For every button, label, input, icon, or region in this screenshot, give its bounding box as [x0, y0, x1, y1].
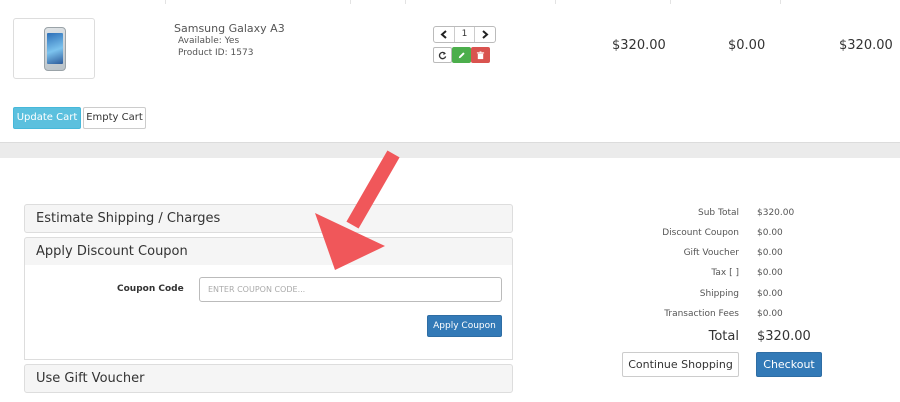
coupon-form: Coupon Code Apply Coupon — [24, 265, 513, 360]
product-thumbnail[interactable] — [13, 18, 95, 79]
trash-icon — [476, 50, 485, 59]
cart-items-panel: Samsung Galaxy A3 Available: Yes Product… — [0, 0, 900, 143]
continue-shopping-button[interactable]: Continue Shopping — [622, 352, 739, 377]
product-id: Product ID: 1573 — [178, 48, 254, 58]
apply-coupon-button[interactable]: Apply Coupon — [427, 315, 502, 337]
subtotal-label: Sub Total — [697, 208, 739, 218]
discount-coupon-value: $0.00 — [757, 228, 783, 238]
item-discount: $0.00 — [728, 38, 766, 53]
gift-voucher-header[interactable]: Use Gift Voucher — [24, 364, 513, 393]
product-availability: Available: Yes — [178, 36, 240, 46]
estimate-shipping-header[interactable]: Estimate Shipping / Charges — [24, 204, 513, 233]
gift-voucher-label: Gift Voucher — [683, 248, 739, 258]
refresh-icon — [438, 51, 447, 59]
coupon-code-label: Coupon Code — [117, 284, 184, 294]
delete-item-button[interactable] — [471, 47, 490, 63]
apply-coupon-header[interactable]: Apply Discount Coupon — [24, 237, 513, 266]
tax-value: $0.00 — [757, 268, 783, 278]
quantity-input[interactable]: 1 — [454, 27, 475, 42]
empty-cart-button[interactable]: Empty Cart — [83, 107, 146, 129]
checkout-button[interactable]: Checkout — [756, 352, 822, 377]
grand-total-value: $320.00 — [757, 329, 811, 344]
coupon-code-input[interactable] — [199, 277, 502, 302]
shipping-label: Shipping — [699, 289, 739, 299]
chevron-right-icon — [482, 30, 489, 39]
gift-voucher-value: $0.00 — [757, 248, 783, 258]
unit-price: $320.00 — [612, 38, 666, 53]
quantity-stepper[interactable]: 1 — [433, 26, 496, 43]
refresh-item-button[interactable] — [433, 47, 452, 63]
edit-item-button[interactable] — [452, 47, 471, 63]
subtotal-value: $320.00 — [757, 208, 795, 218]
product-name[interactable]: Samsung Galaxy A3 — [174, 22, 285, 35]
increase-quantity-button[interactable] — [475, 27, 495, 42]
shipping-value: $0.00 — [757, 289, 783, 299]
transaction-fees-label: Transaction Fees — [664, 309, 739, 319]
transaction-fees-value: $0.00 — [757, 309, 783, 319]
discount-coupon-label: Discount Coupon — [662, 228, 739, 238]
pencil-icon — [458, 51, 465, 58]
decrease-quantity-button[interactable] — [434, 27, 454, 42]
update-cart-button[interactable]: Update Cart — [13, 107, 81, 129]
item-total: $320.00 — [839, 38, 893, 53]
tax-label: Tax [ ] — [711, 268, 739, 278]
phone-image — [44, 27, 66, 71]
grand-total-label: Total — [708, 329, 739, 344]
chevron-left-icon — [440, 30, 447, 39]
